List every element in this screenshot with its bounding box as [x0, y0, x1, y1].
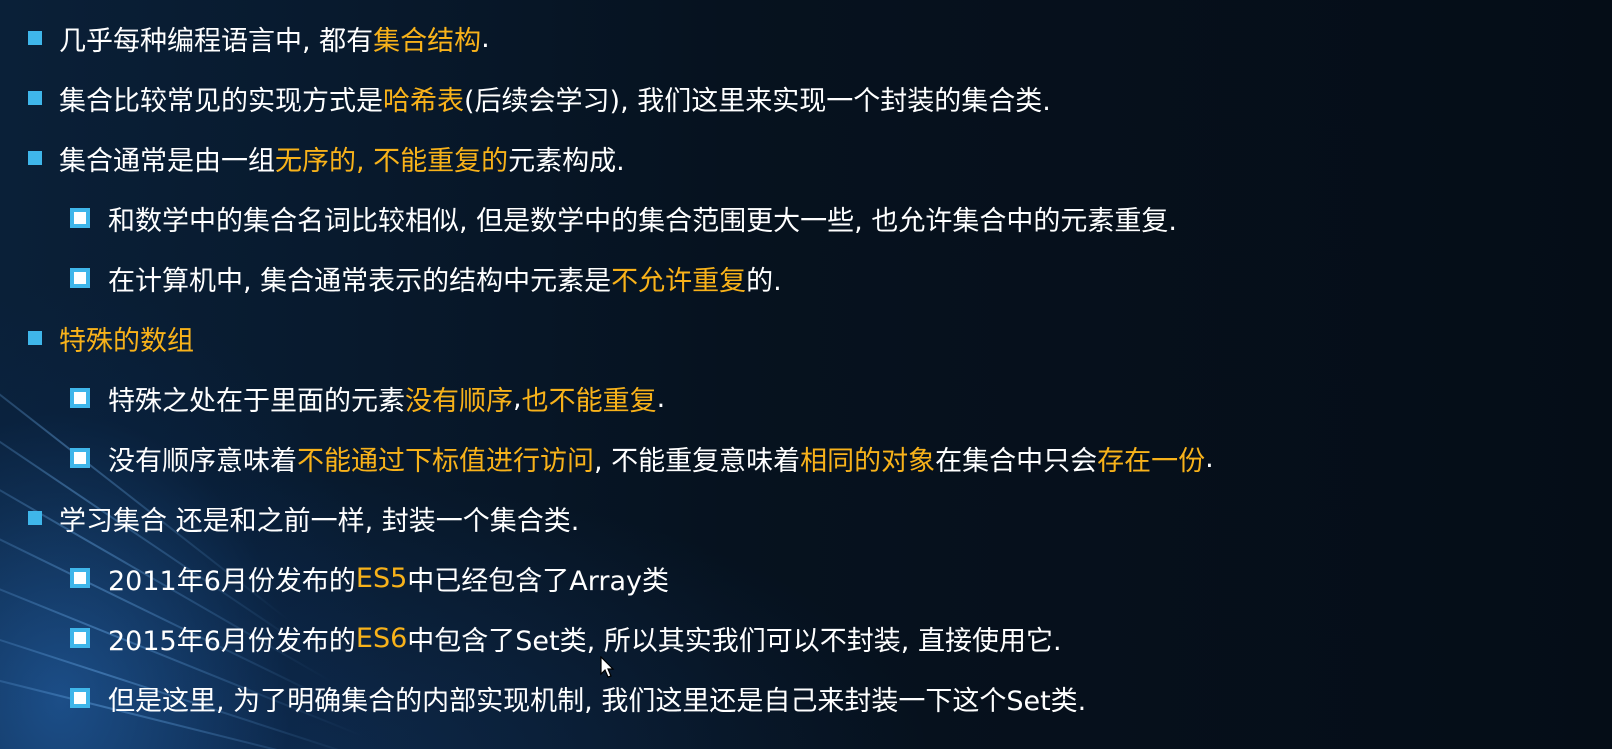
- line-text: (后续会学习), 我们这里来实现一个封装的集合类.: [464, 85, 1051, 117]
- hollow-square-bullet-icon: [70, 448, 90, 468]
- highlight-text: ES5: [355, 562, 408, 594]
- sub-bullet-line: 2015年6月份发布的 ES6 中包含了Set类, 所以其实我们可以不封装, 直…: [0, 618, 1062, 658]
- highlight-text: 特殊的数组: [59, 325, 194, 357]
- line-text: 中已经包含了Array类: [407, 565, 670, 597]
- sub-bullet-line: 在计算机中, 集合通常表示的结构中元素是 不允许重复 的.: [0, 258, 782, 298]
- line-text: 没有顺序意味着: [108, 445, 297, 477]
- line-text: .: [1205, 442, 1214, 474]
- square-bullet-icon: [28, 31, 42, 45]
- line-text: 学习集合 还是和之前一样, 封装一个集合类.: [59, 505, 580, 537]
- line-text: 在计算机中, 集合通常表示的结构中元素是: [108, 265, 612, 297]
- line-text: 的.: [746, 265, 782, 297]
- square-bullet-icon: [28, 91, 42, 105]
- hollow-square-bullet-icon: [70, 268, 90, 288]
- sub-bullet-line: 特殊之处在于里面的元素 没有顺序, 也不能重复.: [0, 378, 665, 418]
- sub-bullet-line: 但是这里, 为了明确集合的内部实现机制, 我们这里还是自己来封装一下这个Set类…: [0, 678, 1086, 718]
- highlight-text: 存在一份: [1097, 445, 1206, 477]
- line-text: 和数学中的集合名词比较相似, 但是数学中的集合范围更大一些, 也允许集合中的元素…: [108, 205, 1177, 237]
- line-text: 中包含了Set类, 所以其实我们可以不封装, 直接使用它.: [407, 625, 1062, 657]
- bullet-line: 集合比较常见的实现方式是 哈希表 (后续会学习), 我们这里来实现一个封装的集合类…: [0, 78, 1051, 118]
- line-text: 但是这里, 为了明确集合的内部实现机制, 我们这里还是自己来封装一下这个Set类…: [108, 685, 1087, 717]
- highlight-text: 集合结构: [373, 25, 482, 57]
- line-text: .: [656, 382, 666, 414]
- sub-bullet-line: 没有顺序意味着 不能通过下标值进行访问, 不能重复意味着 相同的对象 在集合中只会 存在…: [0, 438, 1214, 478]
- bullet-line: 学习集合 还是和之前一样, 封装一个集合类.: [0, 498, 579, 538]
- line-text: 集合比较常见的实现方式是: [59, 85, 383, 117]
- line-text: .: [481, 22, 490, 54]
- hollow-square-bullet-icon: [70, 208, 90, 228]
- square-bullet-icon: [28, 511, 42, 525]
- slide-content: 几乎每种编程语言中, 都有 集合结构. 集合比较常见的实现方式是 哈希表 (后续会学…: [0, 0, 1612, 749]
- hollow-square-bullet-icon: [70, 688, 90, 708]
- highlight-text: 无序的, 不能重复的: [275, 145, 509, 177]
- hollow-square-bullet-icon: [70, 568, 90, 588]
- line-text: 元素构成.: [508, 145, 625, 177]
- hollow-square-bullet-icon: [70, 388, 90, 408]
- line-text: 2015年6月份发布的: [108, 625, 356, 657]
- line-text: 在集合中只会: [935, 445, 1098, 477]
- hollow-square-bullet-icon: [70, 628, 90, 648]
- square-bullet-icon: [28, 151, 42, 165]
- highlight-text: 也不能重复: [521, 385, 657, 417]
- highlight-text: 哈希表: [383, 85, 464, 117]
- mouse-cursor-icon: [600, 656, 615, 678]
- sub-bullet-line: 和数学中的集合名词比较相似, 但是数学中的集合范围更大一些, 也允许集合中的元素…: [0, 198, 1177, 238]
- square-bullet-icon: [28, 331, 42, 345]
- line-text: 2011年6月份发布的: [108, 565, 356, 597]
- bullet-line: 特殊的数组: [0, 318, 194, 358]
- highlight-text: 相同的对象: [800, 445, 936, 477]
- highlight-text: 没有顺序: [405, 385, 513, 417]
- highlight-text: 不能通过下标值进行访问: [297, 445, 594, 477]
- sub-bullet-line: 2011年6月份发布的 ES5 中已经包含了Array类: [0, 558, 669, 598]
- line-text: 特殊之处在于里面的元素: [108, 385, 405, 417]
- line-text: 几乎每种编程语言中, 都有: [59, 25, 374, 57]
- line-text: 集合通常是由一组: [59, 145, 275, 177]
- bullet-line: 几乎每种编程语言中, 都有 集合结构.: [0, 18, 490, 58]
- highlight-text: ES6: [355, 622, 408, 654]
- line-text: , 不能重复意味着: [594, 445, 801, 477]
- highlight-text: 不允许重复: [611, 265, 747, 297]
- line-text: ,: [513, 382, 522, 414]
- bullet-line: 集合通常是由一组 无序的, 不能重复的 元素构成.: [0, 138, 625, 178]
